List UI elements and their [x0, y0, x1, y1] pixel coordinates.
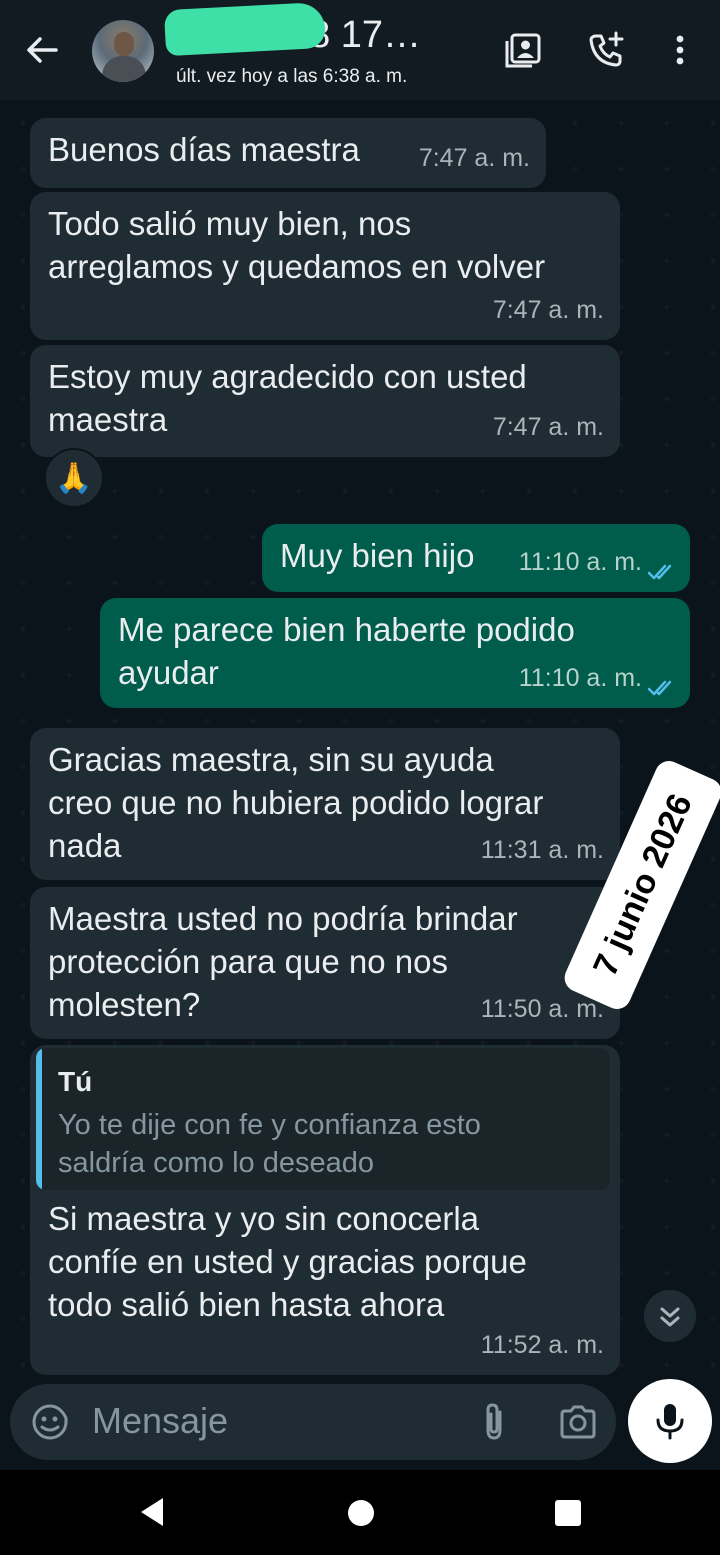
message-incoming[interactable]: Buenos días maestra 7:47 a. m. — [30, 118, 546, 188]
quote-accent-bar — [36, 1048, 42, 1190]
message-incoming[interactable]: Estoy muy agradecido con usted maestra 7… — [30, 345, 620, 457]
nav-recent-apps-icon[interactable] — [555, 1500, 581, 1526]
message-input-bar[interactable]: Mensaje — [10, 1384, 616, 1460]
attach-paperclip-icon[interactable] — [476, 1402, 512, 1442]
read-ticks-icon — [647, 564, 672, 580]
back-arrow-icon[interactable] — [22, 30, 62, 70]
read-ticks-icon — [647, 680, 672, 696]
nav-home-icon[interactable] — [348, 1500, 374, 1526]
voice-message-button[interactable] — [628, 1379, 712, 1463]
message-reaction[interactable]: 🙏 — [44, 448, 104, 508]
message-time: 11:10 a. m. — [518, 664, 642, 692]
chat-header: 96… 228 17… últ. vez hoy a las 6:38 a. m… — [0, 0, 720, 100]
contact-card-icon[interactable] — [503, 30, 543, 70]
system-navigation-bar — [0, 1470, 720, 1555]
add-call-icon[interactable] — [586, 30, 626, 70]
message-time: 11:52 a. m. — [480, 1331, 604, 1359]
message-outgoing[interactable]: Muy bien hijo 11:10 a. m. — [262, 524, 690, 592]
message-incoming[interactable]: Maestra usted no podría brindar protecci… — [30, 887, 620, 1039]
message-incoming[interactable]: Todo salió muy bien, nos arreglamos y qu… — [30, 192, 620, 340]
redaction-mark — [163, 1, 327, 57]
message-time: 11:31 a. m. — [480, 836, 604, 864]
message-text: Todo salió muy bien, nos arreglamos y qu… — [48, 205, 546, 285]
more-options-icon[interactable] — [660, 30, 700, 70]
last-seen-status: últ. vez hoy a las 6:38 a. m. — [176, 66, 408, 87]
camera-icon[interactable] — [558, 1404, 598, 1440]
message-time: 7:47 a. m. — [492, 296, 604, 324]
message-time: 7:47 a. m. — [418, 144, 530, 172]
message-text: Si maestra y yo sin conocerla confíe en … — [48, 1200, 527, 1323]
sticker-emoji-icon[interactable] — [30, 1402, 70, 1442]
scroll-to-bottom-button[interactable] — [644, 1290, 696, 1342]
message-incoming[interactable]: Gracias maestra, sin su ayuda creo que n… — [30, 728, 620, 880]
contact-avatar[interactable] — [92, 20, 154, 82]
double-chevron-down-icon — [660, 1307, 680, 1327]
quote-text: Yo te dije con fe y confianza esto saldr… — [58, 1109, 481, 1179]
message-time: 11:10 a. m. — [518, 548, 642, 576]
microphone-icon — [656, 1404, 684, 1440]
quoted-reply[interactable]: Tú Yo te dije con fe y confianza esto sa… — [36, 1048, 610, 1190]
message-outgoing[interactable]: Me parece bien haberte podido ayudar 11:… — [100, 598, 690, 708]
message-input[interactable]: Mensaje — [92, 1400, 228, 1442]
quote-author: Tú — [58, 1066, 93, 1097]
message-time: 7:47 a. m. — [492, 413, 604, 441]
chat-area[interactable]: Buenos días maestra 7:47 a. m. Todo sali… — [0, 100, 720, 1385]
nav-back-icon[interactable] — [138, 1496, 166, 1528]
